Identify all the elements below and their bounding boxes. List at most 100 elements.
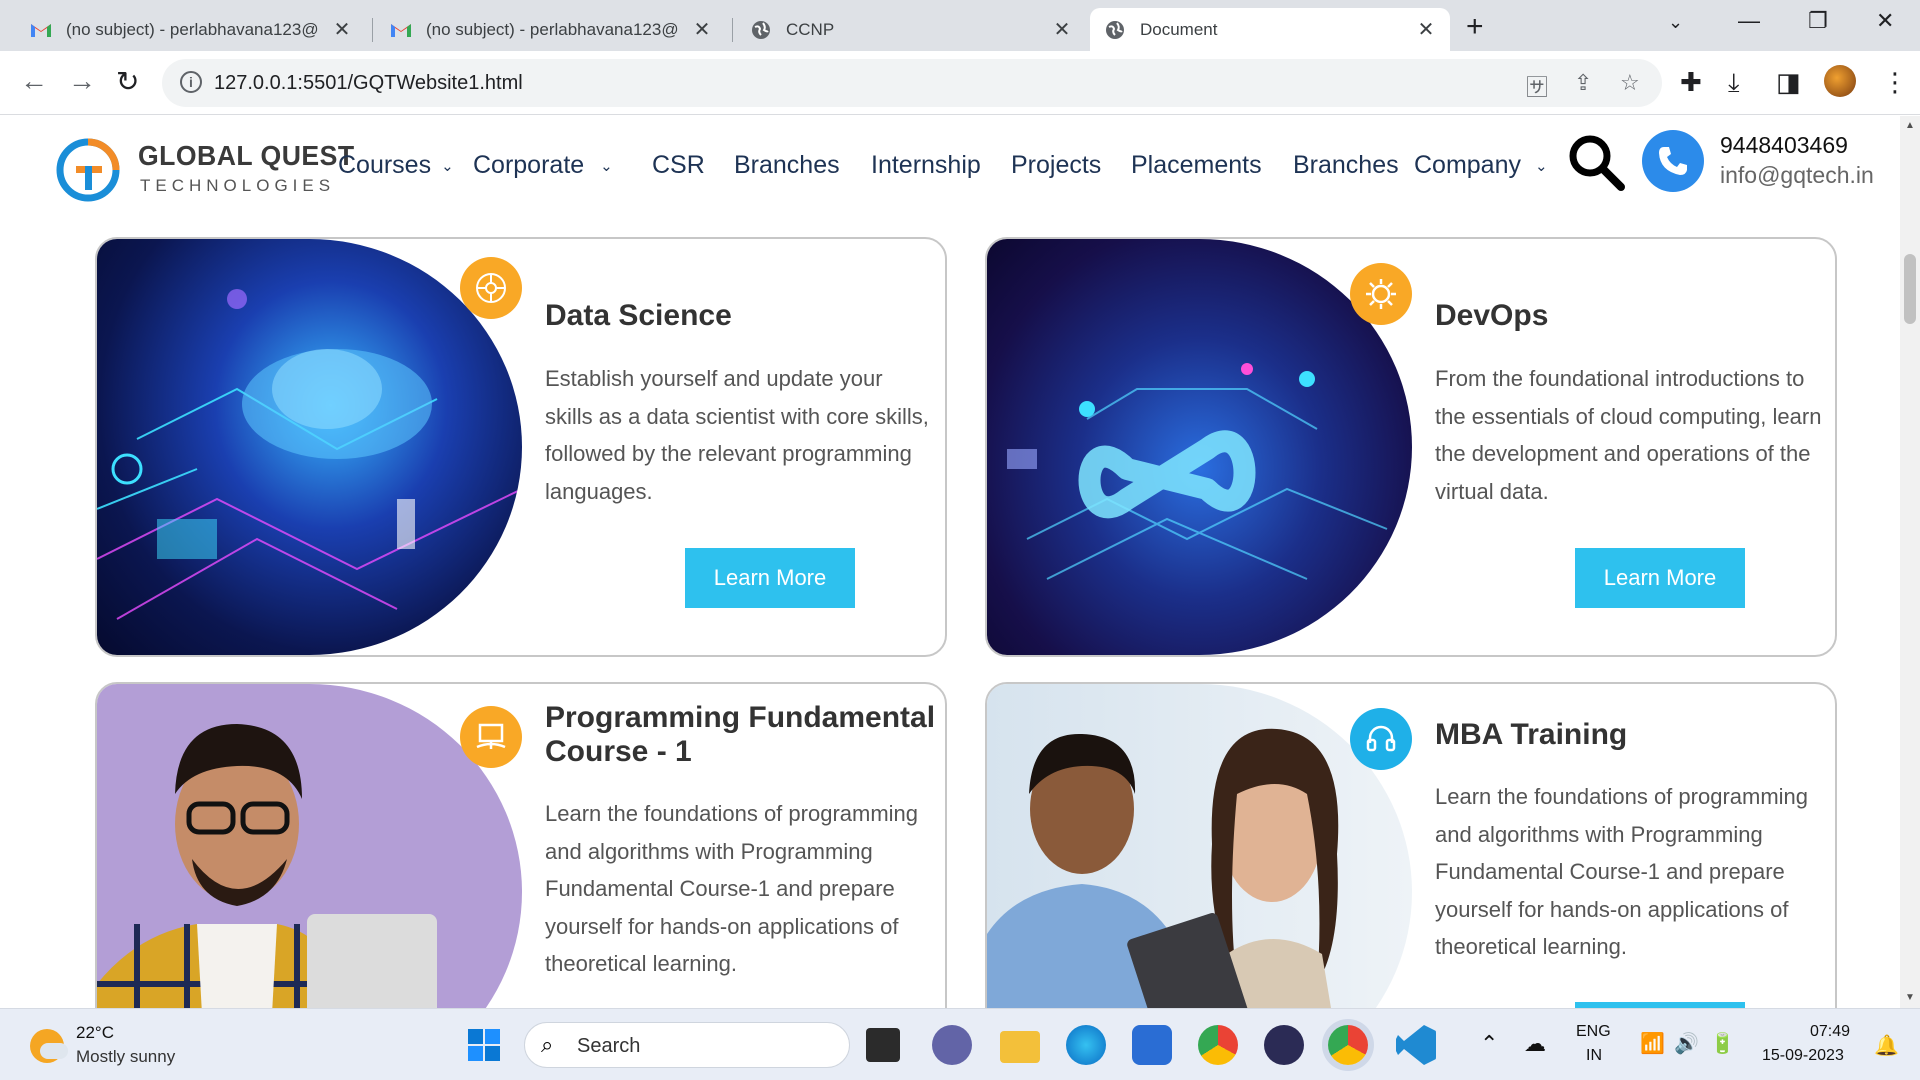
title-line: Course - 1 <box>545 735 692 768</box>
nav-projects[interactable]: Projects <box>1011 151 1101 180</box>
chevron-up-icon[interactable]: ⌃ <box>1480 1031 1498 1057</box>
desc-line: Fundamental Course-1 and prepare <box>1435 859 1785 884</box>
language-code[interactable]: ENG <box>1576 1023 1611 1041</box>
bookmark-star-icon[interactable]: ☆ <box>1620 70 1640 96</box>
weather-temperature[interactable]: 22°C <box>76 1023 114 1043</box>
task-view-icon[interactable] <box>866 1028 900 1062</box>
download-icon[interactable]: ⤓ <box>1728 67 1740 99</box>
page-scrollbar[interactable]: ▲ ▼ <box>1900 116 1920 1008</box>
close-window-button[interactable]: ✕ <box>1876 8 1894 34</box>
scrollbar-thumb[interactable] <box>1904 254 1916 324</box>
card-description: Learn the foundations of programming and… <box>545 795 945 983</box>
weather-description[interactable]: Mostly sunny <box>76 1047 175 1067</box>
nav-csr[interactable]: CSR <box>652 151 705 180</box>
chrome-profile-icon[interactable] <box>1328 1025 1368 1065</box>
battery-icon[interactable]: 🔋 <box>1710 1031 1735 1056</box>
headset-icon <box>1350 708 1412 770</box>
translate-icon[interactable]: 🈂 <box>1526 70 1548 102</box>
chevron-down-icon: ⌄ <box>1535 157 1548 175</box>
close-icon[interactable]: ✕ <box>1052 17 1072 42</box>
reload-button[interactable]: ↻ <box>116 65 139 98</box>
menu-kebab-icon[interactable]: ⋮ <box>1882 67 1908 98</box>
clock-date[interactable]: 15-09-2023 <box>1762 1047 1844 1065</box>
data-science-image <box>97 239 522 655</box>
chrome-icon[interactable] <box>1198 1025 1238 1065</box>
nav-placements[interactable]: Placements <box>1131 151 1262 180</box>
back-button[interactable]: ← <box>20 65 48 97</box>
tab-gmail-1[interactable]: (no subject) - perlabhavana123@ ✕ <box>16 8 366 51</box>
nav-branches[interactable]: Branches <box>734 151 840 180</box>
profile-avatar[interactable] <box>1824 65 1856 97</box>
chevron-down-icon: ⌄ <box>600 157 613 175</box>
taskbar-search[interactable]: ⌕ Search <box>524 1022 850 1068</box>
scroll-up-arrow-icon[interactable]: ▲ <box>1905 120 1915 131</box>
notification-bell-icon[interactable]: 🔔 <box>1874 1033 1899 1058</box>
onedrive-cloud-icon[interactable]: ☁ <box>1524 1031 1546 1057</box>
nav-label: Branches <box>734 151 840 179</box>
nav-company[interactable]: Company ⌄ <box>1414 151 1548 180</box>
info-icon[interactable]: i <box>180 71 202 93</box>
nav-branches-2[interactable]: Branches <box>1293 151 1399 180</box>
wifi-icon[interactable]: 📶 <box>1640 1031 1665 1056</box>
tab-title: CCNP <box>786 19 835 39</box>
nav-courses[interactable]: Courses ⌄ <box>338 151 454 180</box>
learn-more-button[interactable]: Learn More <box>685 548 855 608</box>
tab-title: Document <box>1140 19 1218 39</box>
course-card-devops: DevOps From the foundational introductio… <box>985 237 1837 657</box>
new-tab-button[interactable]: + <box>1466 10 1484 44</box>
phone-icon[interactable] <box>1642 130 1704 192</box>
volume-icon[interactable]: 🔊 <box>1674 1031 1699 1056</box>
title-line: Programming Fundamental <box>545 701 936 734</box>
card-description: Learn the foundations of programming and… <box>1435 778 1835 966</box>
edge-icon[interactable] <box>1066 1025 1106 1065</box>
forward-button[interactable]: → <box>68 65 96 97</box>
learn-more-button[interactable]: Learn More <box>1575 548 1745 608</box>
tab-divider <box>372 18 373 42</box>
nav-label: Corporate <box>473 151 585 179</box>
logo-title: GLOBAL QUEST <box>138 140 355 171</box>
share-icon[interactable]: ⇪ <box>1574 70 1592 96</box>
course-card-data-science: Data Science Establish yourself and upda… <box>95 237 947 657</box>
tab-gmail-2[interactable]: (no subject) - perlabhavana123@ ✕ <box>376 8 726 51</box>
tab-search-chevron-icon[interactable]: ⌄ <box>1668 12 1683 33</box>
tab-ccnp[interactable]: CCNP ✕ <box>736 8 1086 51</box>
side-panel-icon[interactable]: ◨ <box>1776 67 1801 98</box>
teams-chat-icon[interactable] <box>932 1025 972 1065</box>
email-address[interactable]: info@gqtech.in <box>1720 162 1874 189</box>
phone-number[interactable]: 9448403469 <box>1720 132 1848 159</box>
chevron-down-icon: ⌄ <box>441 157 454 175</box>
desc-line: and algorithms with Programming <box>1435 821 1763 847</box>
restore-button[interactable]: ❐ <box>1808 8 1828 34</box>
windows-start-icon[interactable] <box>464 1025 504 1065</box>
microsoft-store-icon[interactable] <box>1132 1025 1172 1065</box>
close-icon[interactable]: ✕ <box>332 17 352 42</box>
clock-time[interactable]: 07:49 <box>1810 1023 1850 1041</box>
globe-icon <box>750 19 772 41</box>
desc-line: followed by the relevant programming <box>545 441 912 466</box>
url-text[interactable]: 127.0.0.1:5501/GQTWebsite1.html <box>214 72 523 95</box>
nav-internship[interactable]: Internship <box>871 151 981 180</box>
windows-taskbar: 22°C Mostly sunny ⌕ Search ⌃ ☁ ENG IN 📶 … <box>0 1008 1920 1080</box>
close-icon[interactable]: ✕ <box>692 17 712 42</box>
language-region[interactable]: IN <box>1586 1047 1602 1065</box>
card-title: Programming Fundamental Course - 1 <box>545 701 940 769</box>
card-description: Establish yourself and update your skill… <box>545 360 945 510</box>
close-icon[interactable]: ✕ <box>1416 17 1436 42</box>
file-explorer-icon[interactable] <box>1000 1031 1040 1063</box>
vscode-icon[interactable] <box>1396 1025 1436 1065</box>
book-screen-icon <box>460 706 522 768</box>
course-card-programming-fundamental: Programming Fundamental Course - 1 Learn… <box>95 682 947 1008</box>
nav-corporate[interactable]: Corporate ⌄ <box>473 151 613 180</box>
desc-line: theoretical learning. <box>1435 934 1628 959</box>
eclipse-icon[interactable] <box>1264 1025 1304 1065</box>
student-photo <box>97 684 522 1008</box>
nav-label: Branches <box>1293 151 1399 179</box>
tab-document[interactable]: Document ✕ <box>1090 8 1450 51</box>
address-bar[interactable]: i 127.0.0.1:5501/GQTWebsite1.html 🈂 ⇪ ☆ <box>162 59 1662 107</box>
gqt-logo[interactable] <box>56 130 122 204</box>
course-card-mba-training: MBA Training Learn the foundations of pr… <box>985 682 1837 1008</box>
minimize-button[interactable]: — <box>1738 8 1760 34</box>
extensions-icon[interactable]: ✚ <box>1680 67 1702 98</box>
search-icon[interactable] <box>1566 132 1626 192</box>
scroll-down-arrow-icon[interactable]: ▼ <box>1905 992 1915 1003</box>
